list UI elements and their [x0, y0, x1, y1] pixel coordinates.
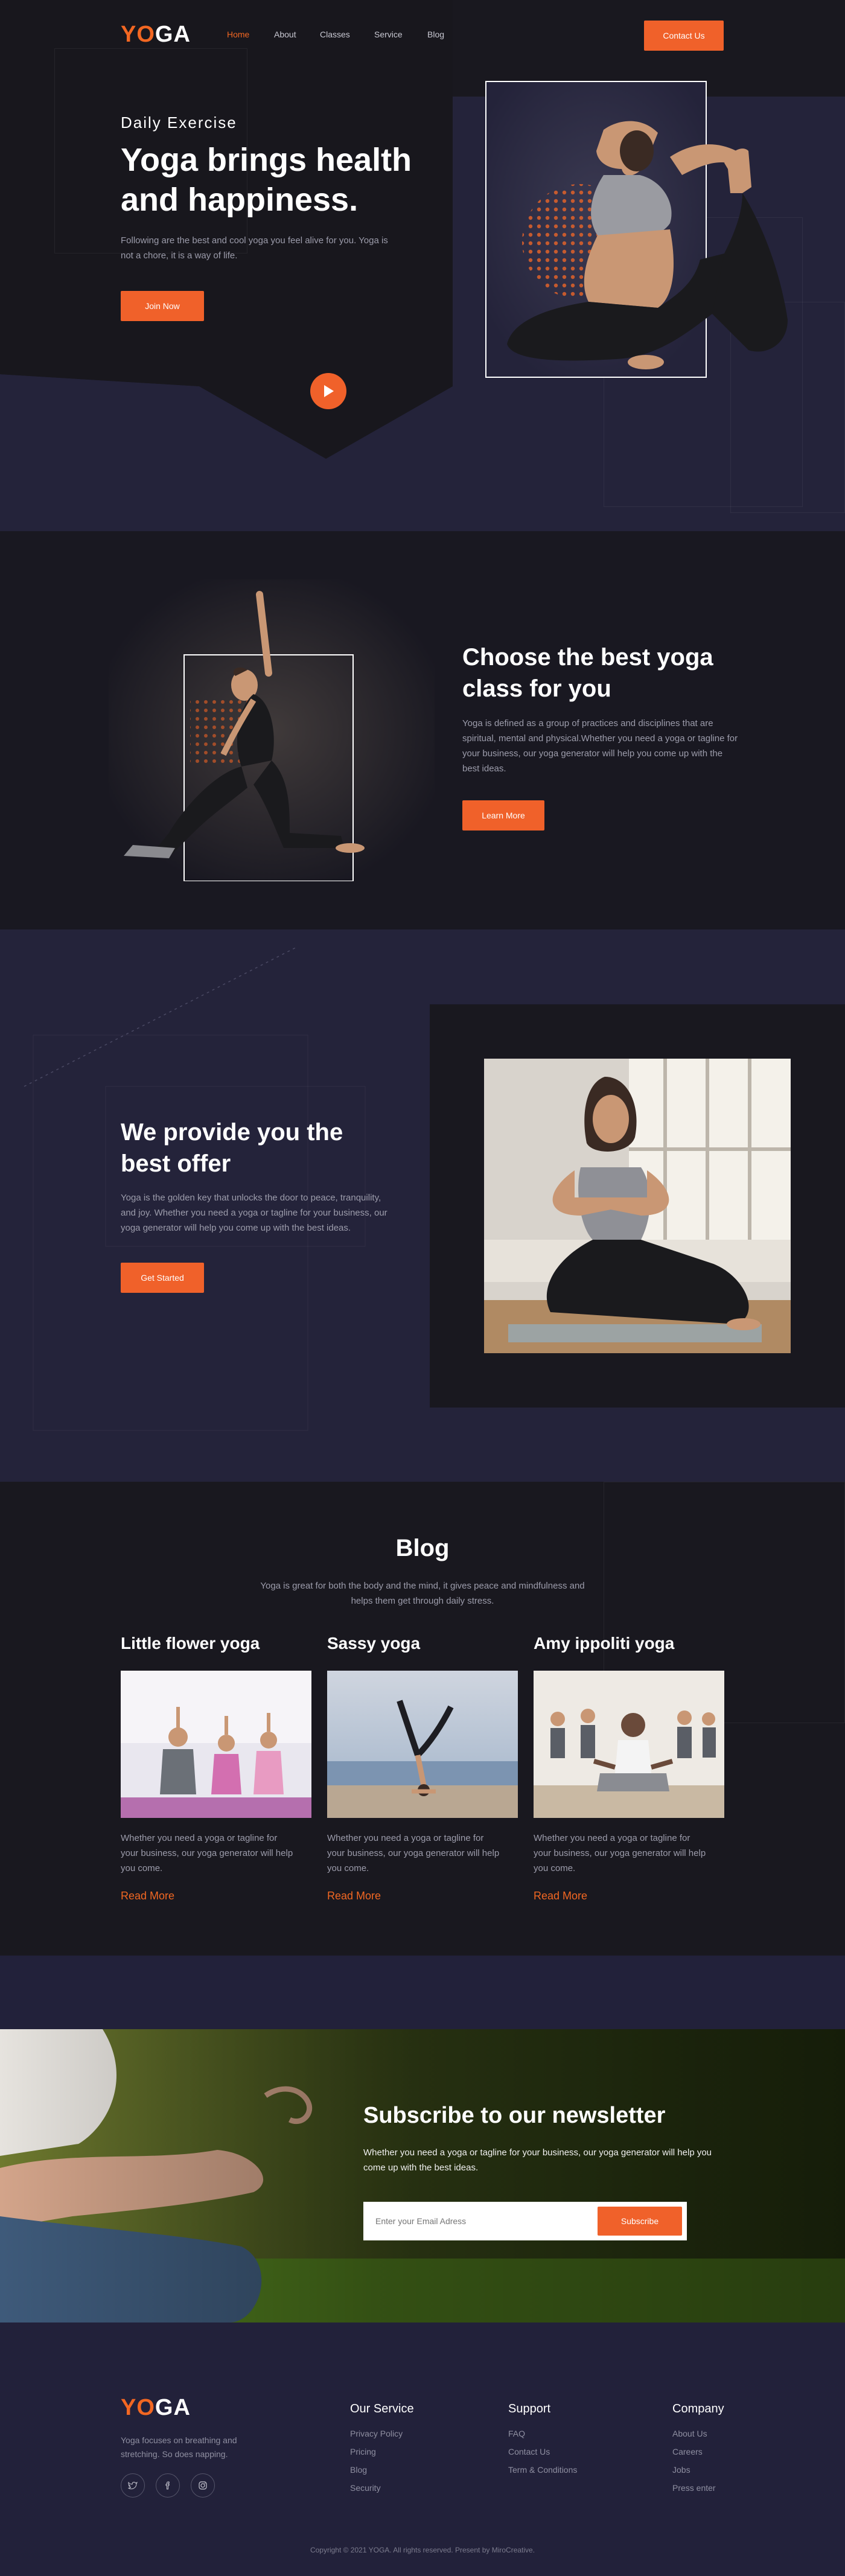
blog-section: Blog Yoga is great for both the body and…	[0, 1482, 845, 1956]
facebook-button[interactable]	[156, 2473, 180, 2498]
learn-more-button[interactable]: Learn More	[462, 800, 544, 831]
twitter-icon	[128, 2481, 138, 2490]
footer-link-pricing[interactable]: Pricing	[350, 2447, 376, 2456]
classes-section: Choose the best yoga class for you Yoga …	[0, 531, 845, 929]
copyright: Copyright © 2021 YOGA. All rights reserv…	[310, 2546, 535, 2554]
hero-kicker: Daily Exercise	[121, 113, 237, 132]
footer-link-privacy[interactable]: Privacy Policy	[350, 2429, 403, 2438]
footer-heading-company: Company	[672, 2402, 724, 2415]
blog-card-title[interactable]: Amy ippoliti yoga	[534, 1634, 674, 1653]
footer-heading-service: Our Service	[350, 2402, 414, 2415]
blog-card-description: Whether you need a yoga or tagline for y…	[327, 1833, 500, 1873]
newsletter-form: Subscribe	[363, 2202, 687, 2240]
offer-yoga-photo	[484, 1059, 791, 1353]
offer-description: Yoga is the golden key that unlocks the …	[121, 1193, 387, 1233]
nav-home[interactable]: Home	[227, 30, 249, 39]
blog-card-description: Whether you need a yoga or tagline for y…	[121, 1833, 293, 1873]
join-now-button[interactable]: Join Now	[121, 291, 204, 321]
blog-card-description: Whether you need a yoga or tagline for y…	[534, 1833, 706, 1873]
read-more-link[interactable]: Read More	[327, 1890, 381, 1902]
footer-link-blog[interactable]: Blog	[350, 2465, 367, 2475]
footer: YOGA Yoga focuses on breathing and stret…	[0, 2323, 845, 2576]
play-icon	[324, 385, 334, 397]
classes-title: Choose the best yoga class for you	[462, 644, 713, 702]
twitter-button[interactable]	[121, 2473, 145, 2498]
blog-card-image[interactable]	[534, 1671, 724, 1818]
hero-description: Following are the best and cool yoga you…	[121, 235, 388, 261]
footer-heading-support: Support	[508, 2402, 551, 2415]
nav-blog[interactable]: Blog	[427, 30, 444, 39]
footer-link-security[interactable]: Security	[350, 2483, 381, 2493]
footer-link-terms[interactable]: Term & Conditions	[508, 2465, 577, 2475]
newsletter-background-photo	[0, 2029, 845, 2323]
classes-description: Yoga is defined as a group of practices …	[462, 718, 738, 774]
footer-link-jobs[interactable]: Jobs	[672, 2465, 690, 2475]
classes-yoga-photo	[109, 579, 435, 881]
footer-link-contact[interactable]: Contact Us	[508, 2447, 550, 2456]
footer-link-careers[interactable]: Careers	[672, 2447, 703, 2456]
play-button[interactable]	[310, 373, 346, 409]
blog-card-image[interactable]	[327, 1671, 518, 1818]
blog-subtitle: Yoga is great for both the body and the …	[260, 1581, 585, 1606]
offer-section: We provide you the best offer Yoga is th…	[0, 929, 845, 1482]
read-more-link[interactable]: Read More	[534, 1890, 587, 1902]
offer-title: We provide you the best offer	[121, 1119, 343, 1177]
hero-title: Yoga brings health and happiness.	[121, 142, 412, 218]
instagram-button[interactable]	[191, 2473, 215, 2498]
newsletter-section: Subscribe to our newsletter Whether you …	[0, 2029, 845, 2323]
nav-classes[interactable]: Classes	[320, 30, 350, 39]
blog-card-image[interactable]	[121, 1671, 311, 1818]
hero-section: YOGA Home About Classes Service Blog Con…	[0, 0, 845, 531]
contact-us-button[interactable]: Contact Us	[644, 21, 724, 51]
footer-logo[interactable]: YOGA	[121, 2395, 191, 2421]
blog-card-title[interactable]: Little flower yoga	[121, 1634, 260, 1653]
newsletter-title: Subscribe to our newsletter	[363, 2103, 666, 2128]
instagram-icon	[199, 2481, 207, 2490]
footer-link-faq[interactable]: FAQ	[508, 2429, 525, 2438]
get-started-button[interactable]: Get Started	[121, 1263, 204, 1293]
footer-tagline: Yoga focuses on breathing and stretching…	[121, 2435, 237, 2459]
logo[interactable]: YOGA	[121, 22, 191, 48]
footer-link-press[interactable]: Press enter	[672, 2483, 716, 2493]
hero-yoga-photo	[485, 81, 788, 378]
subscribe-button[interactable]: Subscribe	[598, 2207, 682, 2236]
blog-title: Blog	[395, 1535, 450, 1561]
email-input[interactable]	[375, 2209, 593, 2233]
facebook-icon	[165, 2481, 170, 2490]
nav-about[interactable]: About	[274, 30, 296, 39]
read-more-link[interactable]: Read More	[121, 1890, 174, 1902]
blog-card-title[interactable]: Sassy yoga	[327, 1634, 420, 1653]
nav-service[interactable]: Service	[374, 30, 403, 39]
footer-link-about[interactable]: About Us	[672, 2429, 707, 2438]
newsletter-description: Whether you need a yoga or tagline for y…	[363, 2147, 712, 2173]
